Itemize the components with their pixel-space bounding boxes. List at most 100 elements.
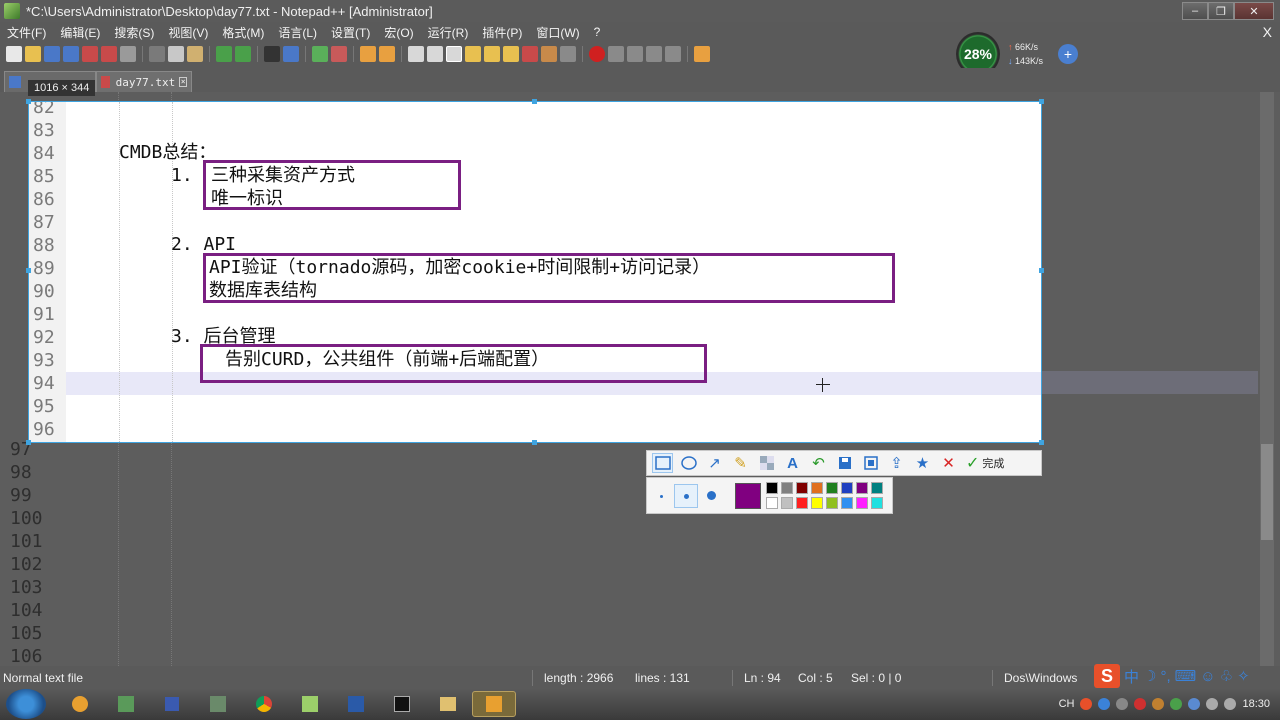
taskbar-save-icon[interactable] [150, 691, 194, 717]
moon-icon[interactable]: ☽ [1143, 667, 1156, 685]
close-file-icon[interactable] [82, 46, 98, 62]
tray-app-icon[interactable] [1152, 698, 1165, 710]
record-macro-icon[interactable] [589, 46, 605, 62]
color-swatch[interactable] [781, 482, 793, 494]
punctuation-icon[interactable]: °, [1160, 668, 1170, 685]
menu-run[interactable]: 运行(R) [421, 24, 476, 41]
color-swatch[interactable] [811, 482, 823, 494]
menu-settings[interactable]: 设置(T) [324, 24, 377, 41]
play-multiple-macro-icon[interactable] [646, 46, 662, 62]
taskbar-chrome-icon[interactable] [242, 691, 286, 717]
scrollbar-thumb[interactable] [1261, 444, 1273, 540]
taskbar-explorer-icon[interactable] [426, 691, 470, 717]
show-all-chars-icon[interactable] [427, 46, 443, 62]
tray-gear-icon[interactable] [1116, 698, 1129, 710]
taskbar-screenshot-icon[interactable] [472, 691, 516, 717]
eol-format[interactable]: Dos\Windows [1004, 671, 1077, 685]
resize-handle-ne[interactable] [1039, 99, 1044, 104]
annotation-rectangle[interactable] [203, 253, 895, 303]
color-swatch[interactable] [871, 497, 883, 509]
monitoring-icon[interactable] [560, 46, 576, 62]
ellipse-tool-icon[interactable] [678, 453, 699, 473]
undo-icon[interactable] [216, 46, 232, 62]
menu-file[interactable]: 文件(F) [0, 24, 53, 41]
print-icon[interactable] [120, 46, 136, 62]
shirt-skin-icon[interactable]: ♧ [1220, 667, 1233, 685]
color-swatch[interactable] [796, 482, 808, 494]
vertical-scrollbar[interactable] [1260, 92, 1274, 666]
close-all-icon[interactable] [101, 46, 117, 62]
sogou-ime-logo[interactable]: S [1094, 664, 1120, 688]
taskbar-word-icon[interactable] [334, 691, 378, 717]
menu-search[interactable]: 搜索(S) [107, 24, 161, 41]
color-swatch[interactable] [826, 497, 838, 509]
color-swatch[interactable] [781, 497, 793, 509]
tab-close-icon[interactable]: × [179, 77, 187, 87]
user-icon[interactable]: ☺ [1200, 668, 1215, 685]
color-swatch[interactable] [841, 482, 853, 494]
text-tool-icon[interactable]: A [782, 453, 803, 473]
menu-help[interactable]: ? [587, 25, 608, 39]
menu-format[interactable]: 格式(M) [215, 24, 271, 41]
cancel-capture-icon[interactable]: ✕ [938, 453, 959, 473]
annotation-rectangle[interactable] [203, 160, 461, 210]
resize-handle-e[interactable] [1039, 268, 1044, 273]
maximize-button[interactable]: ❐ [1208, 2, 1234, 20]
sync-vertical-icon[interactable] [360, 46, 376, 62]
user-language-icon[interactable] [465, 46, 481, 62]
current-color-swatch[interactable] [735, 483, 761, 509]
redo-icon[interactable] [235, 46, 251, 62]
ime-chinese-mode[interactable]: 中 [1124, 666, 1139, 687]
taskbar-app-icon[interactable] [104, 691, 148, 717]
color-swatch[interactable] [856, 497, 868, 509]
color-swatch[interactable] [811, 497, 823, 509]
color-swatch[interactable] [796, 497, 808, 509]
folder-as-workspace-icon[interactable] [522, 46, 538, 62]
new-file-icon[interactable] [6, 46, 22, 62]
color-swatch[interactable] [766, 497, 778, 509]
save-capture-icon[interactable] [834, 453, 855, 473]
taskbar-notepadpp-icon[interactable] [288, 691, 332, 717]
paste-icon[interactable] [187, 46, 203, 62]
tray-volume-icon[interactable] [1206, 698, 1219, 710]
undo-tool-icon[interactable]: ↶ [808, 453, 829, 473]
save-macro-icon[interactable] [665, 46, 681, 62]
word-wrap-icon[interactable] [408, 46, 424, 62]
screenshot-capture-area[interactable]: 82 83 84 85 86 87 88 89 90 91 92 93 94 95 96 CMDB总结： 1… [28, 101, 1042, 443]
tray-help-icon[interactable] [1098, 698, 1111, 710]
resize-handle-w[interactable] [26, 268, 31, 273]
replace-icon[interactable] [283, 46, 299, 62]
sync-horizontal-icon[interactable] [379, 46, 395, 62]
doc-map-icon[interactable] [484, 46, 500, 62]
zoom-in-icon[interactable] [312, 46, 328, 62]
keyboard-icon[interactable]: ⌨ [1175, 667, 1197, 685]
tray-security-icon[interactable] [1170, 698, 1183, 710]
menu-macro[interactable]: 宏(O) [377, 24, 420, 41]
minimize-button[interactable]: ‒ [1182, 2, 1208, 20]
small-brush-size[interactable] [660, 495, 663, 498]
color-swatch[interactable] [766, 482, 778, 494]
pin-to-screen-icon[interactable] [860, 453, 881, 473]
zoom-out-icon[interactable] [331, 46, 347, 62]
tray-network-icon[interactable] [1188, 698, 1201, 710]
resize-handle-se[interactable] [1039, 440, 1044, 445]
menu-language[interactable]: 语言(L) [271, 24, 324, 41]
menu-window[interactable]: 窗口(W) [529, 24, 586, 41]
taskbar-pycharm-icon[interactable] [380, 691, 424, 717]
resize-handle-n[interactable] [532, 99, 537, 104]
taskbar-tools-icon[interactable] [196, 691, 240, 717]
color-swatch[interactable] [871, 482, 883, 494]
taskbar-browser-icon[interactable] [58, 691, 102, 717]
rectangle-tool-icon[interactable] [652, 453, 673, 473]
find-icon[interactable] [264, 46, 280, 62]
mosaic-tool-icon[interactable] [756, 453, 777, 473]
color-swatch[interactable] [841, 497, 853, 509]
menu-view[interactable]: 视图(V) [161, 24, 215, 41]
tray-sogou-icon[interactable] [1080, 698, 1093, 710]
tray-flag-icon[interactable] [1224, 698, 1237, 710]
favorite-icon[interactable]: ★ [912, 453, 933, 473]
large-brush-size[interactable] [707, 491, 716, 500]
annotation-rectangle[interactable] [200, 344, 707, 383]
tray-record-icon[interactable] [1134, 698, 1147, 710]
tools-icon[interactable]: ✧ [1237, 667, 1250, 685]
